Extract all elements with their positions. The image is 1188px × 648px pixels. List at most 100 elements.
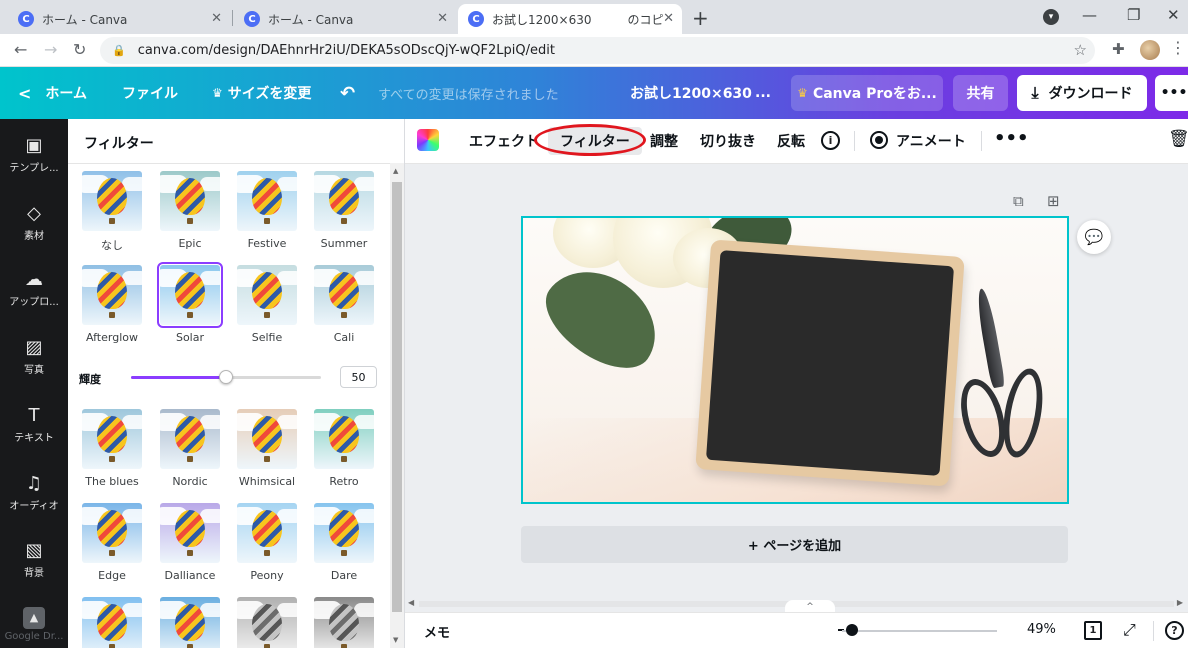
download-button[interactable]: ⤓ ダウンロード xyxy=(1017,75,1147,111)
title-more[interactable]: ... xyxy=(755,67,771,119)
url-text[interactable]: canva.com/design/DAEhnrHr2iU/DEKA5sODscQ… xyxy=(138,43,555,58)
browser-tab-2[interactable]: C ホーム - Canva ✕ xyxy=(234,4,456,34)
trash-icon[interactable]: 🗑 xyxy=(1168,129,1188,149)
filter-thumbnail[interactable] xyxy=(160,409,220,469)
filter-thumbnail[interactable] xyxy=(314,597,374,648)
intensity-slider[interactable] xyxy=(131,370,321,384)
tab-title: ホーム - Canva xyxy=(268,12,354,27)
filter-thumbnail[interactable] xyxy=(314,171,374,231)
close-icon[interactable]: ✕ xyxy=(437,11,448,26)
filter-thumbnail[interactable] xyxy=(160,171,220,231)
sidebar-item-background[interactable]: ▧ 背景 xyxy=(0,540,68,579)
close-icon[interactable]: ✕ xyxy=(211,11,222,26)
add-comment-icon[interactable]: 💬 xyxy=(1077,220,1111,254)
sidebar-item-photos[interactable]: ▨ 写真 xyxy=(0,337,68,376)
canva-pro-button[interactable]: ♛ Canva Proをお... xyxy=(791,75,943,111)
crop-button[interactable]: 切り抜き xyxy=(700,119,756,163)
filter-thumbnail[interactable] xyxy=(82,597,142,648)
color-picker-swatch[interactable] xyxy=(417,129,439,151)
panel-scrollbar[interactable]: ▲ ▼ xyxy=(390,163,404,648)
hot-air-balloon-icon xyxy=(175,510,205,547)
effects-button[interactable]: エフェクト xyxy=(469,119,539,163)
sidebar-item-audio[interactable]: ♫ オーディオ xyxy=(0,473,68,512)
browser-menu-icon[interactable]: ⋮ xyxy=(1170,38,1186,57)
filter-thumbnail[interactable] xyxy=(82,503,142,563)
filter-thumbnail[interactable] xyxy=(237,171,297,231)
filter-thumbnail[interactable] xyxy=(160,503,220,563)
hot-air-balloon-icon xyxy=(252,604,282,641)
back-arrow-icon[interactable]: ← xyxy=(14,40,27,59)
hot-air-balloon-icon xyxy=(97,178,127,215)
file-menu-button[interactable]: ファイル xyxy=(122,67,178,119)
url-omnibox[interactable]: 🔒 canva.com/design/DAEhnrHr2iU/DEKA5sODs… xyxy=(100,37,1095,64)
header-more-button[interactable]: ••• xyxy=(1155,75,1188,111)
share-button[interactable]: 共有 xyxy=(953,75,1008,111)
toolbar-more-button[interactable]: ••• xyxy=(994,128,1029,149)
animate-button[interactable]: アニメート xyxy=(896,119,966,163)
design-title[interactable]: お試し1200×630 xyxy=(630,67,752,119)
add-page-icon[interactable]: ⊞ xyxy=(1047,192,1060,210)
filter-thumbnail[interactable] xyxy=(314,409,374,469)
extensions-puzzle-icon[interactable]: ✚ xyxy=(1112,40,1125,58)
sidebar-item-google-drive[interactable]: ▲ Google Dr... xyxy=(0,607,68,642)
scroll-down-arrow-icon[interactable]: ▼ xyxy=(393,636,398,644)
add-page-button[interactable]: + ページを追加 xyxy=(521,526,1068,563)
help-icon[interactable]: ? xyxy=(1165,621,1184,640)
slider-knob[interactable] xyxy=(219,370,233,384)
zoom-slider-knob[interactable] xyxy=(846,624,858,636)
filter-label: Dalliance xyxy=(164,569,216,582)
filter-thumbnail[interactable] xyxy=(82,409,142,469)
undo-icon[interactable]: ↶ xyxy=(340,67,355,119)
filter-thumbnail[interactable] xyxy=(160,597,220,648)
sidebar-item-elements[interactable]: ◇ 素材 xyxy=(0,203,68,242)
sidebar-item-text[interactable]: T テキスト xyxy=(0,405,68,444)
fullscreen-icon[interactable]: ⤢ xyxy=(1123,620,1136,640)
home-button[interactable]: < ホーム xyxy=(18,67,87,119)
scrollbar-thumb[interactable] xyxy=(392,182,402,612)
flip-button[interactable]: 反転 xyxy=(777,119,805,163)
filter-thumbnail[interactable] xyxy=(157,262,223,328)
sidebar-item-templates[interactable]: ▣ テンプレ... xyxy=(0,135,68,174)
duplicate-page-icon[interactable]: ⧉ xyxy=(1013,192,1024,210)
intensity-value-input[interactable]: 50 xyxy=(340,366,377,388)
filter-thumbnail[interactable] xyxy=(237,409,297,469)
filter-button[interactable]: フィルター xyxy=(548,127,642,155)
new-tab-button[interactable]: + xyxy=(692,6,709,30)
scroll-right-arrow-icon[interactable]: ▶ xyxy=(1177,598,1183,607)
animate-icon[interactable] xyxy=(870,131,888,149)
browser-tab-3-active[interactable]: C お試し1200×630 のコピー - ✕ xyxy=(458,4,682,34)
adjust-button[interactable]: 調整 xyxy=(650,119,678,163)
forward-arrow-icon[interactable]: → xyxy=(44,40,57,59)
page-count-button[interactable]: 1 xyxy=(1084,621,1102,640)
filter-thumbnail[interactable] xyxy=(237,503,297,563)
zoom-slider[interactable] xyxy=(842,630,997,632)
sidebar-item-uploads[interactable]: ☁ アップロ... xyxy=(0,269,68,308)
notes-button[interactable]: メモ xyxy=(424,622,450,641)
filter-thumbnail[interactable] xyxy=(82,171,142,231)
balloon-basket xyxy=(341,550,347,556)
design-page[interactable] xyxy=(521,216,1069,504)
filter-thumbnail[interactable] xyxy=(314,265,374,325)
tab-search-icon[interactable]: ▾ xyxy=(1043,9,1059,25)
hot-air-balloon-icon xyxy=(252,416,282,453)
home-label: ホーム xyxy=(45,86,87,102)
scroll-up-arrow-icon[interactable]: ▲ xyxy=(393,167,398,175)
profile-avatar[interactable] xyxy=(1140,40,1160,60)
filter-thumbnail[interactable] xyxy=(237,265,297,325)
browser-tab-1[interactable]: C ホーム - Canva ✕ xyxy=(8,4,230,34)
zoom-value[interactable]: 49% xyxy=(1027,622,1056,637)
filter-thumbnail[interactable] xyxy=(237,597,297,648)
restore-button[interactable]: ❐ xyxy=(1127,6,1140,24)
bookmark-star-icon[interactable]: ☆ xyxy=(1074,41,1087,59)
filter-label: なし xyxy=(101,239,123,252)
minimize-button[interactable]: — xyxy=(1082,6,1097,24)
filter-thumbnail[interactable] xyxy=(82,265,142,325)
reload-icon[interactable]: ↻ xyxy=(73,40,86,59)
info-icon[interactable]: i xyxy=(821,131,840,150)
close-icon[interactable]: ✕ xyxy=(663,11,674,26)
scroll-left-arrow-icon[interactable]: ◀ xyxy=(408,598,414,607)
window-close-button[interactable]: ✕ xyxy=(1167,6,1180,24)
filter-thumbnail[interactable] xyxy=(314,503,374,563)
sidebar-item-label: 素材 xyxy=(24,231,44,242)
resize-button[interactable]: ♛ サイズを変更 xyxy=(212,67,311,119)
